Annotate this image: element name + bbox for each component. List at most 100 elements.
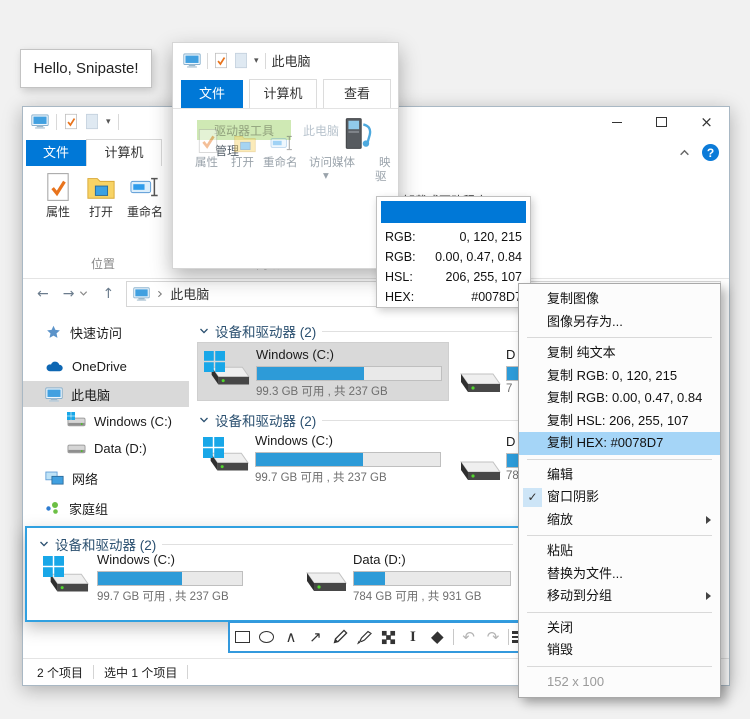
access-media-icon bbox=[341, 116, 375, 152]
drive-d-3d-icon[interactable] bbox=[453, 361, 501, 399]
breadcrumb[interactable]: 此电脑 bbox=[170, 284, 209, 303]
divider bbox=[118, 114, 119, 130]
undo-icon[interactable]: ↶ bbox=[456, 625, 480, 649]
selected-count: 选中 1 个项目 bbox=[104, 664, 177, 681]
qat-dropdown-icon[interactable]: ▾ bbox=[106, 117, 111, 127]
forward-icon[interactable]: → bbox=[63, 286, 75, 302]
sidebar-item-onedrive[interactable]: OneDrive bbox=[23, 353, 189, 379]
snippet-ribbon: 驱动器工具 此电脑 管理 属性 打开 重命名 访问媒体 映 ▾ 驱 bbox=[173, 108, 398, 268]
drive-c-icon bbox=[67, 414, 86, 428]
drive-item-windows-c[interactable]: Windows (C:) 99.7 GB 可用 , 共 237 GB bbox=[197, 429, 447, 486]
sidebar-item-data-d[interactable]: Data (D:) bbox=[23, 435, 189, 461]
menu-item-zoom[interactable]: 缩放 bbox=[519, 509, 720, 532]
menu-item-copy-hsl[interactable]: 复制 HSL: 206, 255, 107 bbox=[519, 410, 720, 433]
rename-button[interactable]: 重命名 bbox=[121, 172, 169, 220]
this-pc-icon bbox=[183, 52, 201, 69]
divider bbox=[508, 629, 509, 645]
breadcrumb-chevron-icon[interactable] bbox=[156, 290, 164, 298]
hello-text: Hello, Snipaste! bbox=[33, 60, 138, 77]
menu-item-destroy[interactable]: 销毁 bbox=[519, 639, 720, 662]
properties-qat-icon[interactable] bbox=[64, 113, 78, 130]
collapse-group-icon[interactable] bbox=[199, 415, 209, 425]
hello-snippet[interactable]: Hello, Snipaste! bbox=[20, 49, 152, 88]
menu-item-copy-rgb-normalized[interactable]: 复制 RGB: 0.00, 0.47, 0.84 bbox=[519, 387, 720, 410]
screenshot-stage: ▾ × 文件 计算机 查看 ? 属性 打开 bbox=[0, 0, 750, 719]
redo-icon[interactable]: ↷ bbox=[481, 625, 505, 649]
sidebar-item-quick-access[interactable]: 快速访问 bbox=[23, 319, 189, 345]
drive-usage-text: 99.7 GB 可用 , 共 237 GB bbox=[97, 588, 229, 604]
address-pc-icon bbox=[133, 286, 150, 302]
close-button[interactable]: × bbox=[684, 107, 729, 137]
menu-item-copy-plain-text[interactable]: 复制 纯文本 bbox=[519, 342, 720, 365]
menu-separator bbox=[527, 666, 712, 667]
drive-name: Windows (C:) bbox=[256, 347, 334, 362]
color-picker-panel: RGB:0, 120, 215 RGB:0.00, 0.47, 0.84 HSL… bbox=[376, 196, 531, 308]
ellipse-tool-icon[interactable] bbox=[254, 625, 278, 649]
rename-icon-faded bbox=[269, 132, 295, 154]
arrow-tool-icon[interactable]: ↗ bbox=[303, 625, 327, 649]
drive-3d-icon bbox=[203, 437, 249, 477]
marker-tool-icon[interactable] bbox=[352, 625, 376, 649]
rename-label: 重命名 bbox=[263, 154, 298, 170]
menu-item-edit[interactable]: 编辑 bbox=[519, 464, 720, 487]
pasted-snippet-window[interactable]: ▾ 此电脑 文件 计算机 查看 驱动器工具 此电脑 管理 属性 打开 重命名 访… bbox=[172, 42, 399, 269]
this-pc-icon bbox=[31, 113, 49, 130]
menu-item-copy-hex[interactable]: 复制 HEX: #0078D7 bbox=[519, 432, 720, 455]
menu-item-copy-rgb[interactable]: 复制 RGB: 0, 120, 215 bbox=[519, 365, 720, 388]
homegroup-icon bbox=[45, 500, 61, 516]
menu-size-info: 152 x 100 bbox=[519, 671, 720, 694]
tab-file[interactable]: 文件 bbox=[26, 140, 86, 166]
drive-item-windows-c[interactable]: Windows (C:) 99.3 GB 可用 , 共 237 GB bbox=[197, 342, 449, 401]
up-icon[interactable]: ↑ bbox=[102, 286, 114, 302]
mosaic-tool-icon[interactable] bbox=[376, 625, 400, 649]
text-tool-icon[interactable]: I bbox=[401, 625, 425, 649]
tab-view: 查看 bbox=[323, 79, 391, 108]
sidebar-item-homegroup[interactable]: 家庭组 bbox=[23, 495, 189, 521]
drive-name: Data (D:) bbox=[353, 552, 406, 567]
tab-computer[interactable]: 计算机 bbox=[86, 139, 162, 167]
menu-item-paste[interactable]: 粘贴 bbox=[519, 540, 720, 563]
ghost-window-title: 此电脑 bbox=[303, 122, 339, 139]
snippet-ribbon-tabs: 文件 计算机 查看 bbox=[173, 79, 398, 109]
help-icon[interactable]: ? bbox=[702, 144, 719, 161]
collapse-group-icon[interactable] bbox=[199, 326, 209, 336]
polyline-tool-icon[interactable]: ∧ bbox=[279, 625, 303, 649]
quick-access-star-icon bbox=[45, 324, 62, 341]
selected-snippet[interactable]: 设备和驱动器 (2) Windows (C:) 99.7 GB 可用 , 共 2… bbox=[25, 526, 523, 622]
checkmark-icon: ✓ bbox=[523, 488, 542, 507]
collapse-ribbon-icon[interactable] bbox=[679, 147, 690, 158]
maximize-button[interactable] bbox=[639, 107, 684, 137]
snippet-window-title: 此电脑 bbox=[272, 51, 311, 70]
new-item-qat-icon[interactable] bbox=[85, 113, 99, 130]
drive-c-3d-icon bbox=[43, 556, 64, 577]
drive-usage-text: 784 GB 可用 , 共 931 GB bbox=[353, 588, 481, 604]
drive-d-3d-icon[interactable] bbox=[453, 449, 501, 487]
drive-d-icon bbox=[67, 441, 86, 455]
properties-button[interactable]: 属性 bbox=[37, 172, 79, 220]
sidebar-item-this-pc[interactable]: 此电脑 bbox=[23, 381, 189, 407]
minimize-button[interactable] bbox=[594, 107, 639, 137]
menu-separator bbox=[527, 459, 712, 460]
open-icon-faded bbox=[233, 132, 257, 154]
color-row-hex: HEX:#0078D7 bbox=[385, 287, 522, 307]
properties-icon-faded bbox=[197, 128, 219, 154]
back-icon[interactable]: ← bbox=[37, 286, 49, 302]
eraser-tool-icon[interactable] bbox=[425, 625, 449, 649]
properties-icon bbox=[45, 172, 71, 202]
menu-item-window-shadow[interactable]: ✓ 窗口阴影 bbox=[519, 486, 720, 509]
pencil-tool-icon[interactable] bbox=[328, 625, 352, 649]
drive-name: Windows (C:) bbox=[97, 552, 175, 567]
sidebar-item-network[interactable]: 网络 bbox=[23, 465, 189, 491]
drive-d-3d-icon bbox=[299, 560, 347, 598]
menu-item-move-to-group[interactable]: 移动到分组 bbox=[519, 585, 720, 608]
color-swatch bbox=[381, 201, 526, 223]
menu-item-copy-image[interactable]: 复制图像 bbox=[519, 288, 720, 311]
new-item-qat-icon bbox=[234, 52, 248, 69]
menu-item-replace-with-file[interactable]: 替换为文件... bbox=[519, 563, 720, 586]
menu-item-close[interactable]: 关闭 bbox=[519, 617, 720, 640]
recent-locations-icon[interactable] bbox=[79, 289, 88, 298]
open-button[interactable]: 打开 bbox=[81, 172, 121, 220]
menu-item-save-image-as[interactable]: 图像另存为... bbox=[519, 311, 720, 334]
rectangle-tool-icon[interactable] bbox=[230, 625, 254, 649]
sidebar-item-windows-c[interactable]: Windows (C:) bbox=[23, 408, 189, 434]
